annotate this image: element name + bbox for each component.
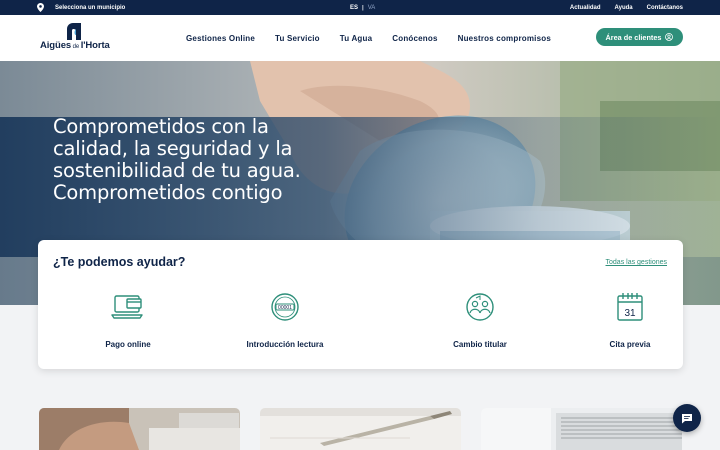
help-card: ¿Te podemos ayudar? Todas las gestiones …	[38, 240, 683, 369]
nav-gestiones-online[interactable]: Gestiones Online	[186, 34, 255, 43]
laptop-card-icon	[111, 295, 143, 319]
main-header: Aigües de l'Horta Gestiones Online Tu Se…	[0, 15, 720, 61]
calendar-icon: 31	[617, 293, 643, 321]
chat-button[interactable]	[673, 404, 701, 432]
nav-tu-agua[interactable]: Tu Agua	[340, 34, 373, 43]
municipality-selector[interactable]: Selecciona un municipio	[37, 0, 125, 15]
news-image-pen-paper	[260, 408, 461, 450]
hero-line-2: calidad, la seguridad y la	[53, 137, 293, 160]
news-card-image-2[interactable]	[260, 408, 461, 450]
action-cita-previa[interactable]: 31 Cita previa	[555, 292, 705, 349]
calendar-day: 31	[624, 308, 636, 319]
municipality-label: Selecciona un municipio	[55, 4, 126, 11]
client-area-button[interactable]: Área de clientes	[596, 28, 683, 46]
logo-text-small: de	[71, 44, 81, 50]
location-pin-icon	[37, 3, 44, 12]
action-introduccion-lectura[interactable]: 00001 Introducción lectura	[210, 292, 360, 349]
lang-separator: |	[362, 4, 364, 11]
logo-text: Aigües de l'Horta	[40, 40, 112, 51]
link-contactanos[interactable]: Contáctanos	[647, 5, 683, 11]
top-links: Actualidad Ayuda Contáctanos	[570, 0, 683, 15]
hero-line-3: sostenibilidad de tu agua.	[53, 159, 301, 182]
logo-text-end: l'Horta	[80, 40, 110, 51]
meter-digits: 00001	[278, 305, 292, 311]
action-label: Cita previa	[609, 340, 651, 349]
all-procedures-link[interactable]: Todas las gestiones	[606, 259, 667, 266]
top-utility-bar: Selecciona un municipio ES | VA Actualid…	[0, 0, 720, 15]
news-image-documents	[481, 408, 682, 450]
hero-line-1: Comprometidos con la	[53, 115, 269, 138]
logo-text-main: Aigües	[40, 40, 72, 51]
water-meter-icon: 00001	[271, 293, 299, 321]
nav-tu-servicio[interactable]: Tu Servicio	[275, 34, 320, 43]
action-pago-online[interactable]: Pago online	[53, 292, 203, 349]
user-circle-icon	[665, 33, 674, 41]
main-nav: Gestiones Online Tu Servicio Tu Agua Con…	[186, 15, 551, 61]
help-title: ¿Te podemos ayudar?	[53, 255, 186, 269]
site-logo[interactable]: Aigües de l'Horta	[40, 23, 112, 55]
news-image-hands-laptop	[39, 408, 240, 450]
action-label: Introducción lectura	[246, 340, 324, 349]
help-actions: Pago online 00001 Introducción lectura C…	[38, 292, 683, 362]
action-label: Pago online	[105, 340, 151, 349]
logo-mark-icon	[67, 23, 81, 40]
action-cambio-titular[interactable]: Cambio titular	[405, 292, 555, 349]
user-switch-icon	[466, 293, 494, 321]
nav-nuestros-compromisos[interactable]: Nuestros compromisos	[458, 34, 551, 43]
client-area-label: Área de clientes	[605, 32, 662, 42]
hero-line-4: Comprometidos contigo	[53, 181, 283, 204]
news-card-image-3[interactable]	[481, 408, 682, 450]
hero-headline: Comprometidos con la calidad, la segurid…	[53, 116, 303, 204]
link-actualidad[interactable]: Actualidad	[570, 5, 601, 11]
link-ayuda[interactable]: Ayuda	[615, 5, 633, 11]
chat-bubble-icon	[682, 413, 692, 423]
lang-va[interactable]: VA	[368, 5, 376, 11]
lang-es[interactable]: ES	[350, 5, 358, 11]
action-label: Cambio titular	[453, 340, 507, 349]
nav-conocenos[interactable]: Conócenos	[392, 34, 437, 43]
language-switcher: ES | VA	[350, 0, 375, 15]
news-card-image-1[interactable]	[39, 408, 240, 450]
